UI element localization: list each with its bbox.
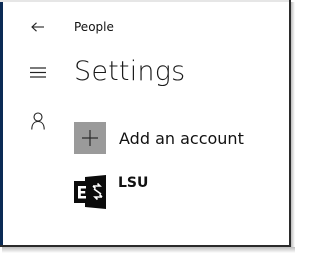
back-button[interactable] bbox=[18, 12, 58, 42]
window-shadow-bottom bbox=[2, 247, 295, 253]
account-item-lsu[interactable]: LSU bbox=[74, 175, 148, 209]
window-left-border bbox=[0, 0, 3, 246]
person-icon bbox=[31, 112, 45, 130]
account-nav-button[interactable] bbox=[18, 106, 58, 136]
add-account-label: Add an account bbox=[119, 128, 244, 148]
page-title: Settings bbox=[74, 56, 186, 87]
app-title: People bbox=[74, 20, 114, 34]
plus-icon bbox=[82, 130, 98, 146]
window-top-border bbox=[0, 0, 290, 2]
add-account-button[interactable]: Add an account bbox=[74, 122, 244, 154]
window-shadow-right bbox=[291, 2, 295, 251]
account-name: LSU bbox=[118, 175, 149, 191]
people-settings-window: People Settings Add an account LSU bbox=[0, 0, 295, 253]
menu-button[interactable] bbox=[18, 57, 58, 87]
back-arrow-icon bbox=[31, 22, 44, 32]
add-tile bbox=[74, 122, 106, 154]
hamburger-menu-icon bbox=[30, 66, 46, 78]
exchange-icon bbox=[74, 175, 106, 209]
